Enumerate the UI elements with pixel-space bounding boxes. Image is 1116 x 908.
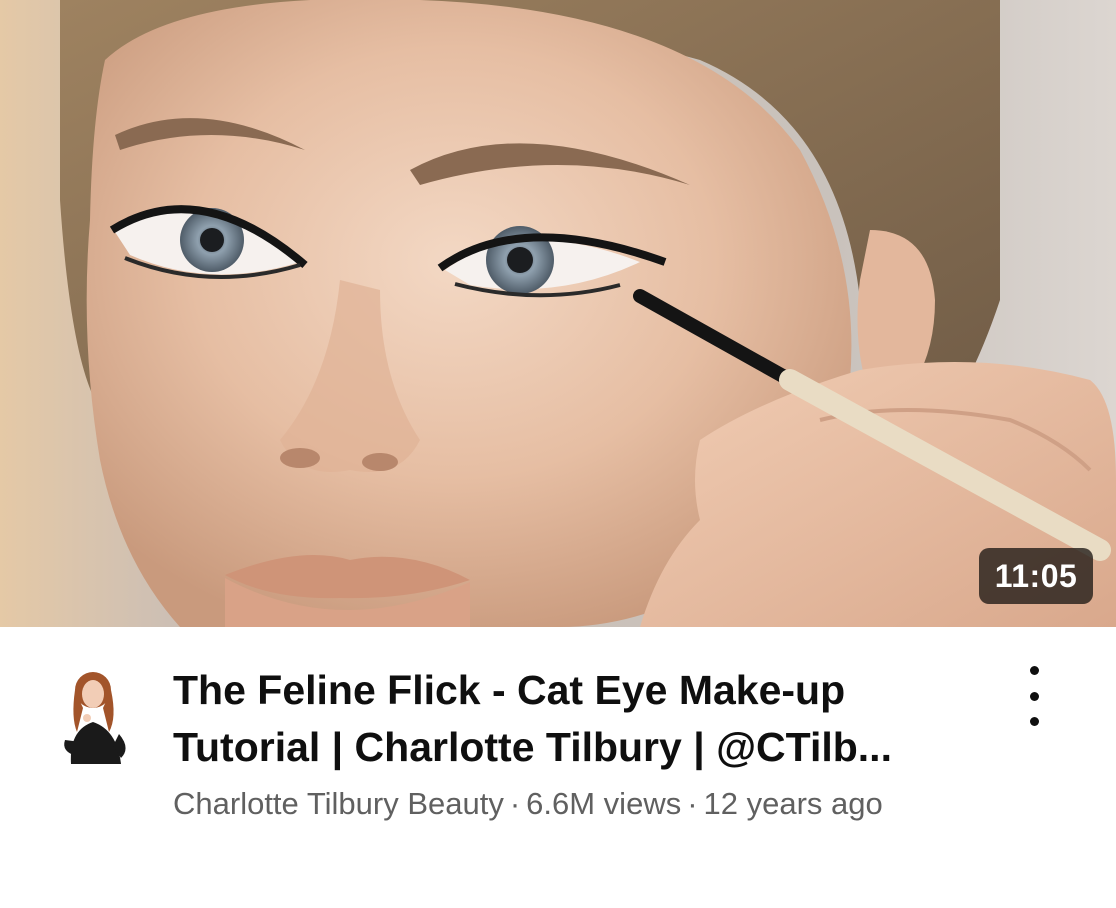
upload-age: 12 years ago (703, 786, 883, 821)
duration-badge: 11:05 (979, 548, 1093, 604)
meta-separator: · (687, 786, 698, 821)
more-vertical-icon-dot (1029, 717, 1039, 726)
more-vertical-icon-dot (1029, 691, 1039, 701)
meta-separator: · (509, 786, 521, 821)
channel-avatar[interactable] (51, 660, 131, 764)
more-vertical-icon (1029, 666, 1039, 675)
video-title[interactable]: The Feline Flick - Cat Eye Make-up Tutor… (173, 662, 973, 776)
thumbnail-image (0, 0, 1116, 627)
channel-name[interactable]: Charlotte Tilbury Beauty (173, 786, 504, 821)
view-count: 6.6M views (526, 786, 682, 821)
video-subline: Charlotte Tilbury Beauty · 6.6M views · 12 y… (173, 780, 973, 828)
more-options-button[interactable] (1010, 666, 1058, 726)
video-thumbnail[interactable]: 11:05 (0, 0, 1116, 627)
video-card[interactable]: 11:05 The Feline Flick - Cat Eye Make-up… (0, 0, 1116, 908)
